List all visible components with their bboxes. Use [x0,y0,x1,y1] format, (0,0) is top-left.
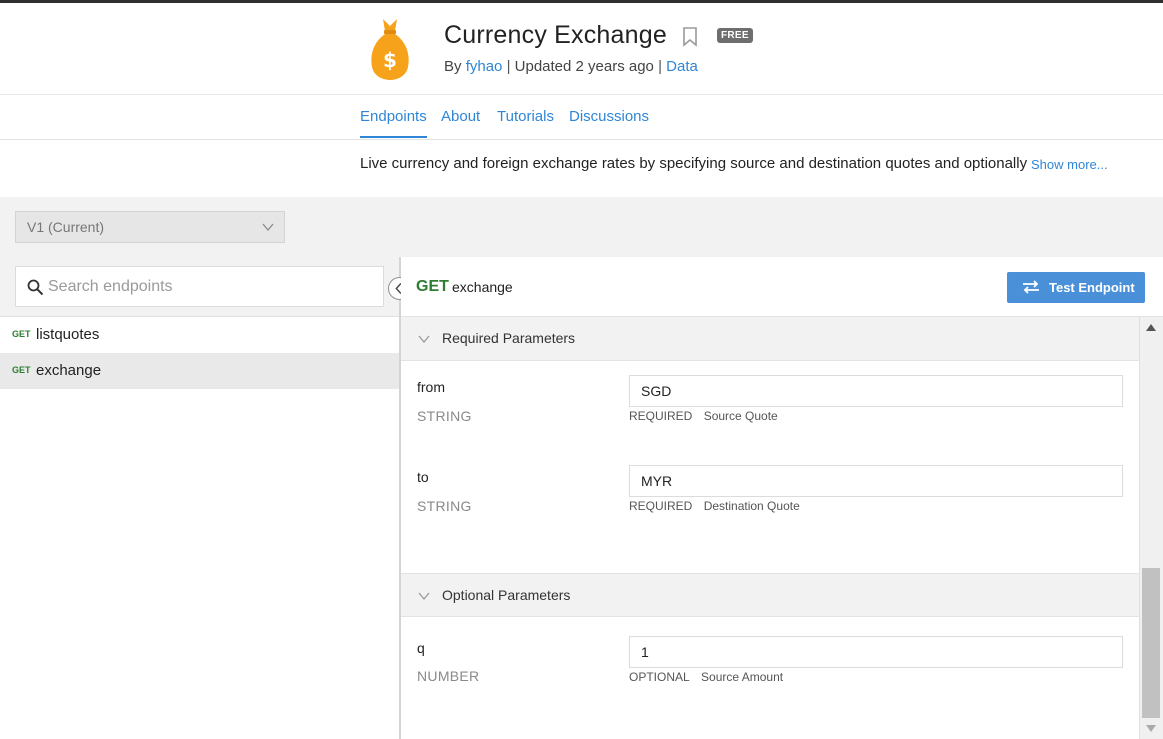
category-link[interactable]: Data [666,58,698,75]
api-title: Currency Exchange [444,21,667,49]
chevron-down-icon [418,335,430,344]
tab-discussions[interactable]: Discussions [569,108,649,125]
scrollbar-thumb[interactable] [1142,568,1160,718]
money-bag-icon: $ [371,19,409,80]
free-badge: FREE [717,28,753,43]
section-title: Required Parameters [442,330,576,346]
optional-params-header[interactable]: Optional Parameters [401,573,1139,617]
param-type-q: NUMBER [417,668,480,684]
endpoint-title: exchange [452,279,513,295]
endpoint-item-exchange[interactable]: GET exchange [0,353,400,389]
bookmark-icon[interactable] [682,27,698,47]
required-flag: REQUIRED [629,499,693,513]
param-type-to: STRING [417,498,472,514]
scroll-up-arrow-icon[interactable] [1146,323,1156,331]
search-icon [27,279,44,296]
method-label: GET [12,329,31,339]
tab-bar: Endpoints About Tutorials Discussions [0,95,1163,140]
by-label: By [444,58,462,75]
endpoint-detail: GET exchange Test Endpoint Required Para… [401,257,1163,739]
show-more-link[interactable]: Show more... [1031,157,1108,172]
search-input[interactable] [48,275,368,299]
param-description: Destination Quote [703,499,800,513]
scrollbar[interactable] [1139,317,1163,739]
meta-separator-2: | [658,58,662,75]
swap-arrows-icon [1023,280,1039,294]
param-note-from: REQUIRED Source Quote [629,409,778,423]
required-params-header[interactable]: Required Parameters [401,317,1139,361]
api-meta: By fyhao | Updated 2 years ago | Data [444,58,698,75]
param-type-from: STRING [417,408,472,424]
param-description: Source Amount [701,670,784,684]
method-label: GET [12,365,31,375]
param-name-to: to [417,469,429,485]
test-endpoint-label: Test Endpoint [1049,280,1135,295]
scroll-down-arrow-icon[interactable] [1146,725,1156,733]
to-input[interactable] [629,465,1123,497]
chevron-down-icon [262,223,274,232]
endpoint-header: GET exchange Test Endpoint [401,257,1163,317]
param-description: Source Quote [703,409,778,423]
from-input[interactable] [629,375,1123,407]
updated-text: Updated 2 years ago [514,58,654,75]
version-band: V1 (Current) [0,197,1163,257]
api-description: Live currency and foreign exchange rates… [360,155,1028,172]
version-select[interactable]: V1 (Current) [15,211,285,243]
tab-endpoints[interactable]: Endpoints [360,108,427,138]
meta-separator: | [506,58,511,75]
test-endpoint-button[interactable]: Test Endpoint [1007,272,1145,303]
tab-tutorials[interactable]: Tutorials [497,108,554,125]
chevron-down-icon [418,592,430,601]
section-title: Optional Parameters [442,587,571,603]
endpoint-name: listquotes [36,326,100,343]
optional-flag: OPTIONAL [629,670,690,684]
q-input[interactable] [629,636,1123,668]
param-note-to: REQUIRED Destination Quote [629,499,800,513]
search-box[interactable] [15,266,384,307]
param-name-from: from [417,379,445,395]
param-name-q: q [417,640,425,656]
version-value: V1 (Current) [27,219,105,235]
endpoint-sidebar: GET listquotes GET exchange [0,257,400,739]
param-note-q: OPTIONAL Source Amount [629,670,783,684]
required-flag: REQUIRED [629,409,693,423]
endpoint-item-listquotes[interactable]: GET listquotes [0,317,400,353]
sidebar-search-area [0,257,400,317]
endpoint-name: exchange [36,362,102,379]
tab-about[interactable]: About [441,108,480,125]
author-link[interactable]: fyhao [466,58,503,75]
svg-text:$: $ [383,48,397,72]
api-header: $ Currency Exchange FREE By fyhao | Upda… [0,3,1163,95]
endpoint-method: GET [416,278,449,295]
